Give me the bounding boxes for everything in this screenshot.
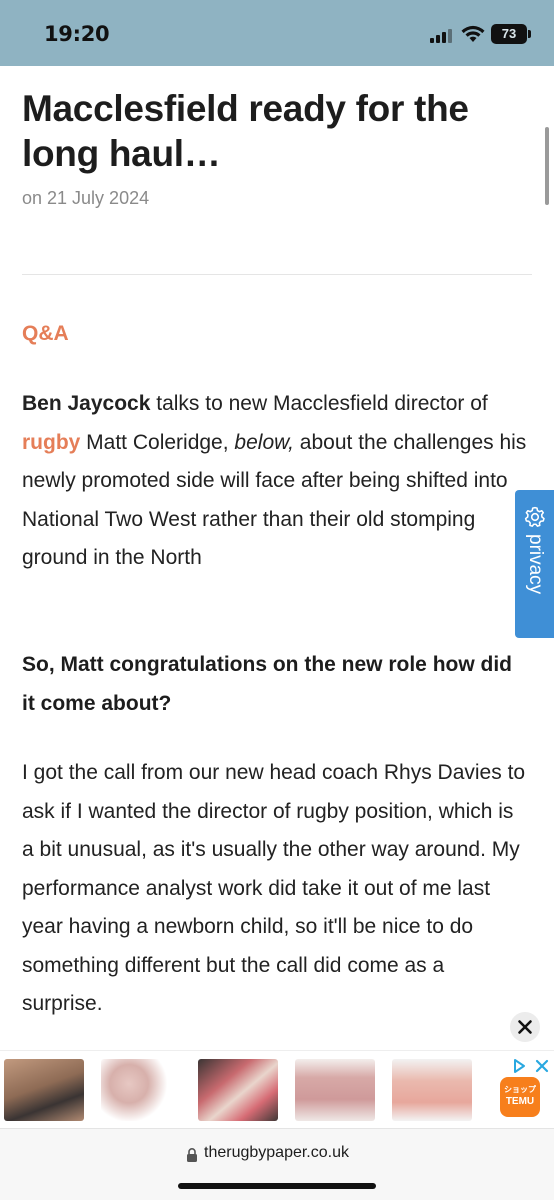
ad-product-lounge-set[interactable]	[392, 1059, 472, 1121]
ad-product-pink-dress[interactable]	[295, 1059, 375, 1121]
article-headline: Macclesfield ready for the long haul…	[22, 88, 469, 174]
cellular-signal-icon	[430, 27, 456, 43]
article-header: Macclesfield ready for the long haul… on…	[22, 86, 522, 209]
battery-indicator: 73	[491, 24, 531, 44]
url-text: therugbypaper.co.uk	[204, 1144, 349, 1161]
rugby-link[interactable]: rugby	[22, 431, 80, 454]
section-label: Q&A	[22, 322, 69, 345]
temu-logo[interactable]: ショップ TEMU	[500, 1077, 540, 1117]
intro-text-a: talks to new Macclesfield director of	[150, 392, 488, 415]
scrollbar-thumb[interactable]	[545, 127, 549, 205]
interview-answer: I got the call from our new head coach R…	[22, 761, 526, 1015]
home-indicator	[178, 1183, 376, 1189]
article-date: on 21 July 2024	[22, 188, 150, 208]
privacy-label: privacy	[525, 534, 546, 595]
intro-emphasis: below,	[234, 430, 294, 454]
lock-icon	[187, 1148, 197, 1162]
intro-text-b: Matt Coleridge,	[80, 430, 235, 454]
temu-logo-text: TEMU	[505, 1096, 535, 1107]
header-divider	[22, 274, 532, 275]
author-name: Ben Jaycock	[22, 392, 151, 415]
ad-close-button[interactable]	[510, 1012, 540, 1042]
ad-product-sandals[interactable]	[4, 1059, 84, 1121]
adchoices-icon[interactable]	[512, 1057, 552, 1075]
ad-product-bra-set[interactable]	[101, 1059, 181, 1121]
temu-logo-top: ショップ	[504, 1085, 536, 1094]
address-bar[interactable]: therugbypaper.co.uk	[0, 1128, 554, 1200]
interview-question: So, Matt congratulations on the new role…	[22, 653, 513, 715]
status-bar: 19:20 73	[0, 0, 554, 66]
status-time: 19:20	[44, 22, 110, 46]
ad-banner[interactable]: ショップ TEMU	[0, 1050, 554, 1126]
privacy-button[interactable]: privacy	[515, 490, 554, 638]
gear-icon	[524, 506, 545, 527]
wifi-icon	[461, 25, 485, 42]
close-icon	[518, 1020, 532, 1034]
intro-paragraph: Ben Jaycock talks to new Macclesfield di…	[22, 385, 530, 578]
ad-product-floral-sandals[interactable]	[198, 1059, 278, 1121]
